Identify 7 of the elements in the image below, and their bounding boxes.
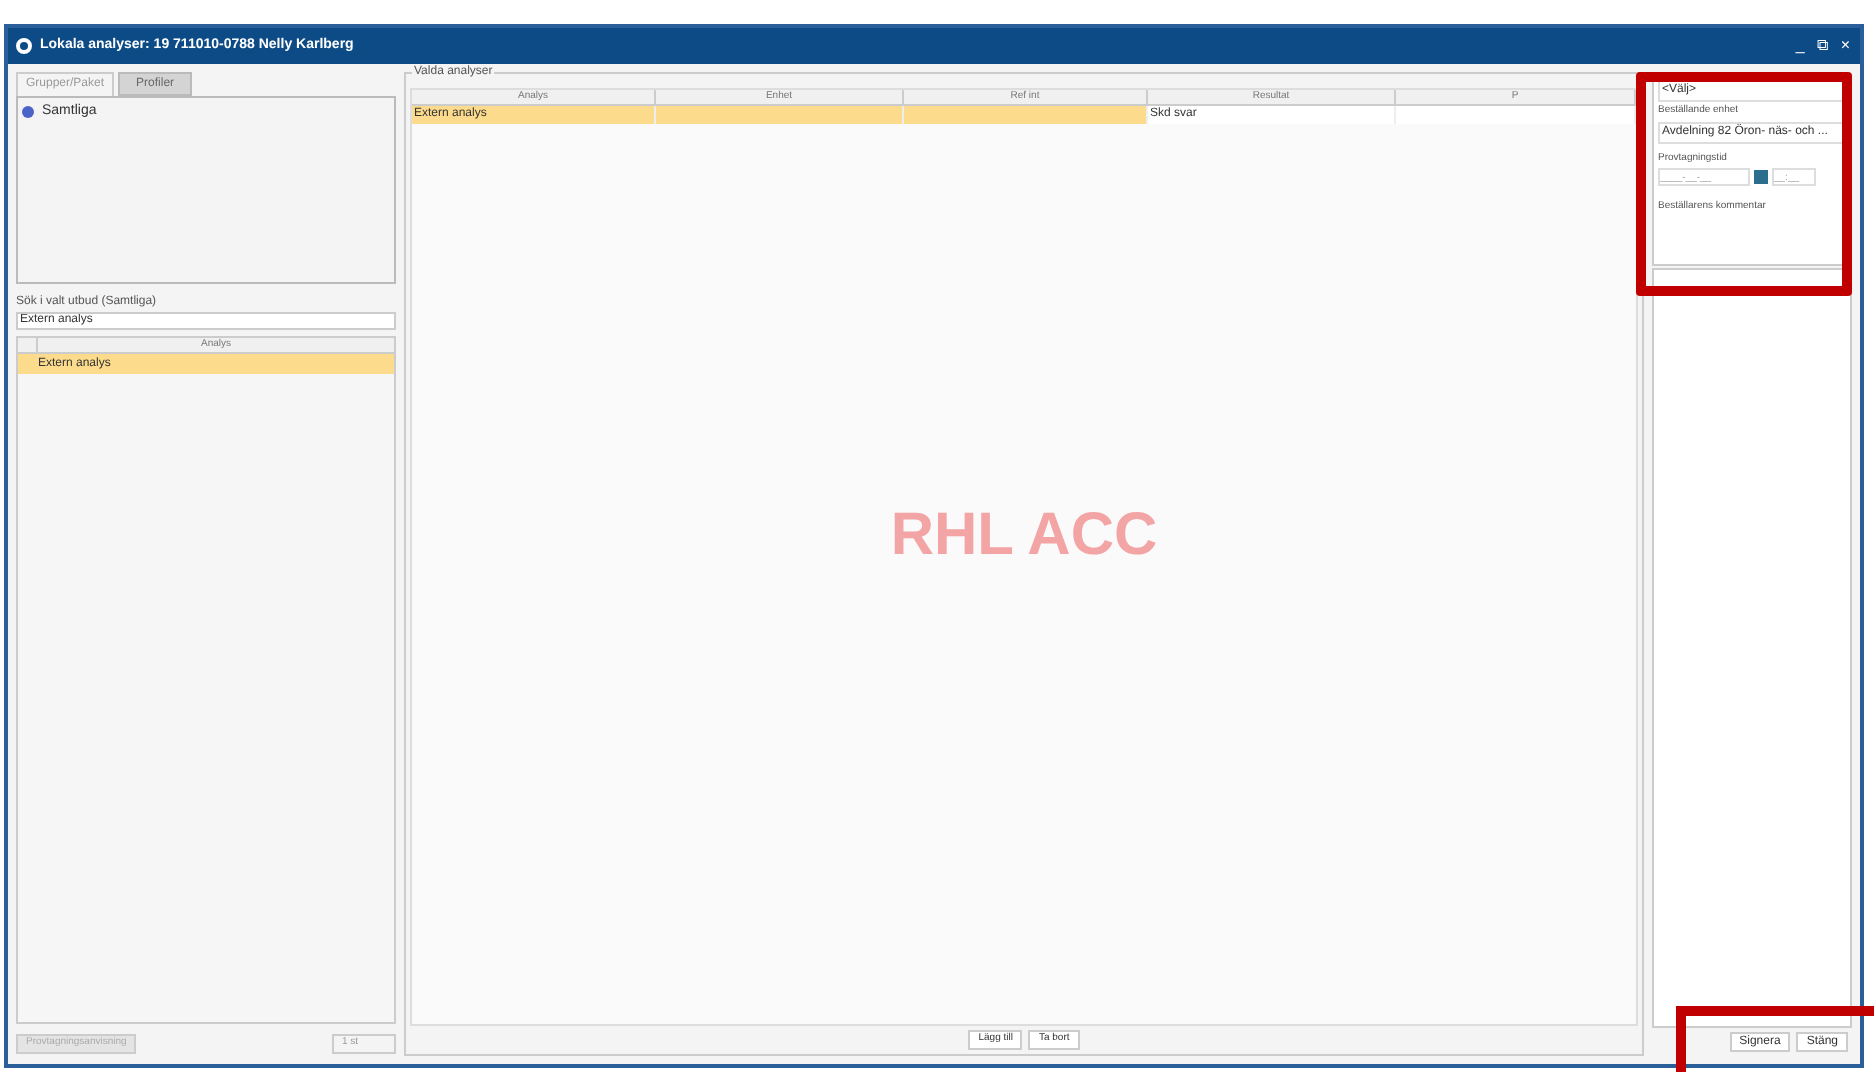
node-icon <box>22 106 34 119</box>
window-control-button[interactable]: × <box>1838 38 1852 54</box>
app-icon <box>16 38 32 54</box>
window-control-button[interactable]: ⧉ <box>1814 38 1831 54</box>
environment-label: RHL ACC <box>890 499 1158 571</box>
window-control-button[interactable]: _ <box>1793 38 1807 54</box>
calendar-icon[interactable] <box>1754 170 1768 184</box>
